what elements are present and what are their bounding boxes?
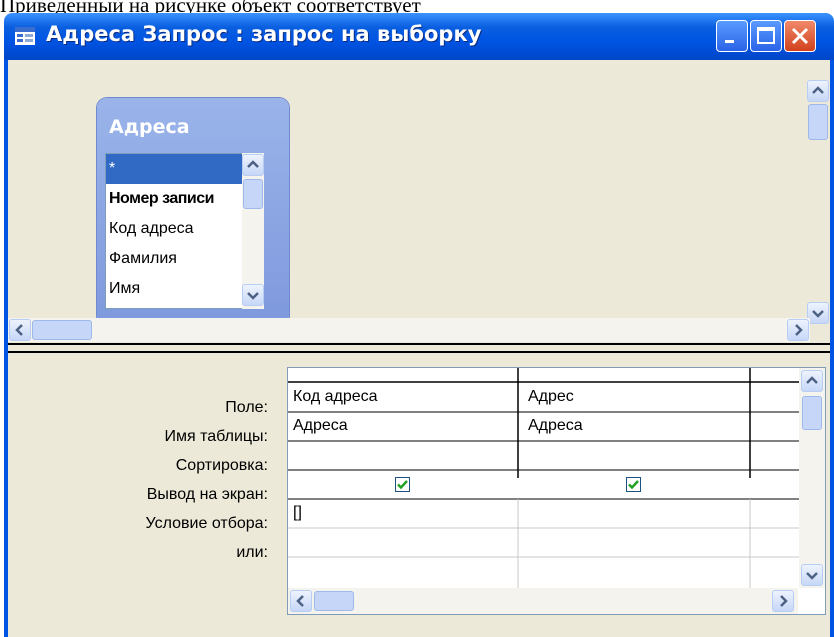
field-item-record-number[interactable]: Номер записи	[106, 184, 242, 214]
table-pane-hscroll-thumb[interactable]	[32, 320, 92, 340]
chevron-left-icon	[15, 324, 23, 336]
window-frame-right	[830, 60, 834, 637]
field-item-address-code[interactable]: Код адреса	[106, 214, 242, 244]
cell-table-col1[interactable]: Адреса	[293, 417, 348, 435]
field-list-scroll-thumb[interactable]	[243, 179, 263, 209]
chevron-left-icon	[296, 595, 304, 607]
grid-horizontal-scrollbar[interactable]	[288, 588, 798, 614]
design-grid-pane: Поле: Имя таблицы: Сортировка: Вывод на …	[8, 353, 830, 637]
chevron-down-icon	[806, 572, 818, 580]
query-icon	[15, 27, 35, 45]
close-button[interactable]	[784, 20, 816, 52]
grid-vertical-scrollbar[interactable]	[799, 368, 825, 588]
chevron-right-icon	[780, 595, 788, 607]
window-title: Адреса Запрос : запрос на выборку	[46, 22, 482, 46]
row-label-or: или:	[236, 544, 268, 561]
chevron-up-icon	[247, 160, 259, 168]
close-icon	[791, 27, 809, 45]
field-list-scroll-down-button[interactable]	[242, 284, 264, 306]
show-checkbox-col2[interactable]	[626, 477, 641, 492]
row-label-sort: Сортировка:	[175, 457, 268, 474]
field-list-scroll-up-button[interactable]	[242, 154, 264, 176]
field-item-all[interactable]: *	[106, 154, 242, 184]
maximize-icon	[757, 27, 775, 44]
table-pane-scroll-thumb[interactable]	[808, 104, 828, 140]
cell-field-col2[interactable]: Адрес	[528, 388, 574, 406]
question-caption: Приведенный на рисунке объект соответств…	[0, 0, 421, 17]
checkmark-icon	[397, 480, 408, 490]
table-pane[interactable]: Адреса * Номер записи Код адреса Фамилия…	[8, 60, 830, 343]
table-pane-horizontal-scrollbar[interactable]	[8, 318, 810, 342]
chevron-up-icon	[812, 86, 824, 94]
row-label-table: Имя таблицы:	[164, 428, 268, 445]
field-item-surname[interactable]: Фамилия	[106, 244, 242, 274]
field-item-name[interactable]: Имя	[106, 274, 242, 304]
title-bar[interactable]: Адреса Запрос : запрос на выборку	[4, 13, 834, 60]
grid-scroll-left-button[interactable]	[290, 590, 312, 612]
cell-table-col2[interactable]: Адреса	[528, 417, 583, 435]
table-pane-scroll-down-button[interactable]	[807, 302, 829, 324]
table-pane-scroll-left-button[interactable]	[9, 319, 31, 341]
chevron-up-icon	[806, 376, 818, 384]
cell-field-col1[interactable]: Код адреса	[293, 388, 378, 406]
pane-splitter[interactable]	[8, 343, 830, 353]
field-list-scrollbar[interactable]	[242, 153, 264, 309]
minimize-button[interactable]	[716, 20, 748, 52]
grid-scroll-thumb[interactable]	[802, 396, 822, 430]
row-label-show: Вывод на экран:	[146, 486, 268, 503]
minimize-icon	[725, 40, 734, 43]
table-pane-vertical-scrollbar[interactable]	[806, 80, 830, 325]
show-checkbox-col1[interactable]	[395, 477, 410, 492]
cell-criteria-col1[interactable]: []	[293, 504, 302, 522]
grid-scroll-down-button[interactable]	[801, 564, 823, 586]
query-design-grid[interactable]: Код адреса Адрес Адреса Адреса []	[287, 367, 826, 615]
row-label-field: Поле:	[225, 399, 268, 416]
chevron-right-icon	[795, 324, 803, 336]
table-box-addresses[interactable]: Адреса * Номер записи Код адреса Фамилия…	[97, 98, 289, 326]
query-window: Адреса Запрос : запрос на выборку Адреса…	[4, 13, 834, 637]
checkmark-icon	[628, 480, 639, 490]
chevron-down-icon	[812, 310, 824, 318]
grid-scroll-right-button[interactable]	[772, 590, 794, 612]
table-box-title: Адреса	[109, 116, 190, 138]
table-pane-scroll-up-button[interactable]	[807, 80, 829, 102]
table-pane-scroll-right-button[interactable]	[787, 319, 809, 341]
grid-scroll-up-button[interactable]	[801, 370, 823, 392]
grid-hscroll-thumb[interactable]	[314, 591, 354, 611]
row-label-criteria: Условие отбора:	[145, 515, 268, 532]
maximize-button[interactable]	[750, 20, 782, 52]
chevron-down-icon	[247, 292, 259, 300]
field-list[interactable]: * Номер записи Код адреса Фамилия Имя	[105, 153, 243, 309]
